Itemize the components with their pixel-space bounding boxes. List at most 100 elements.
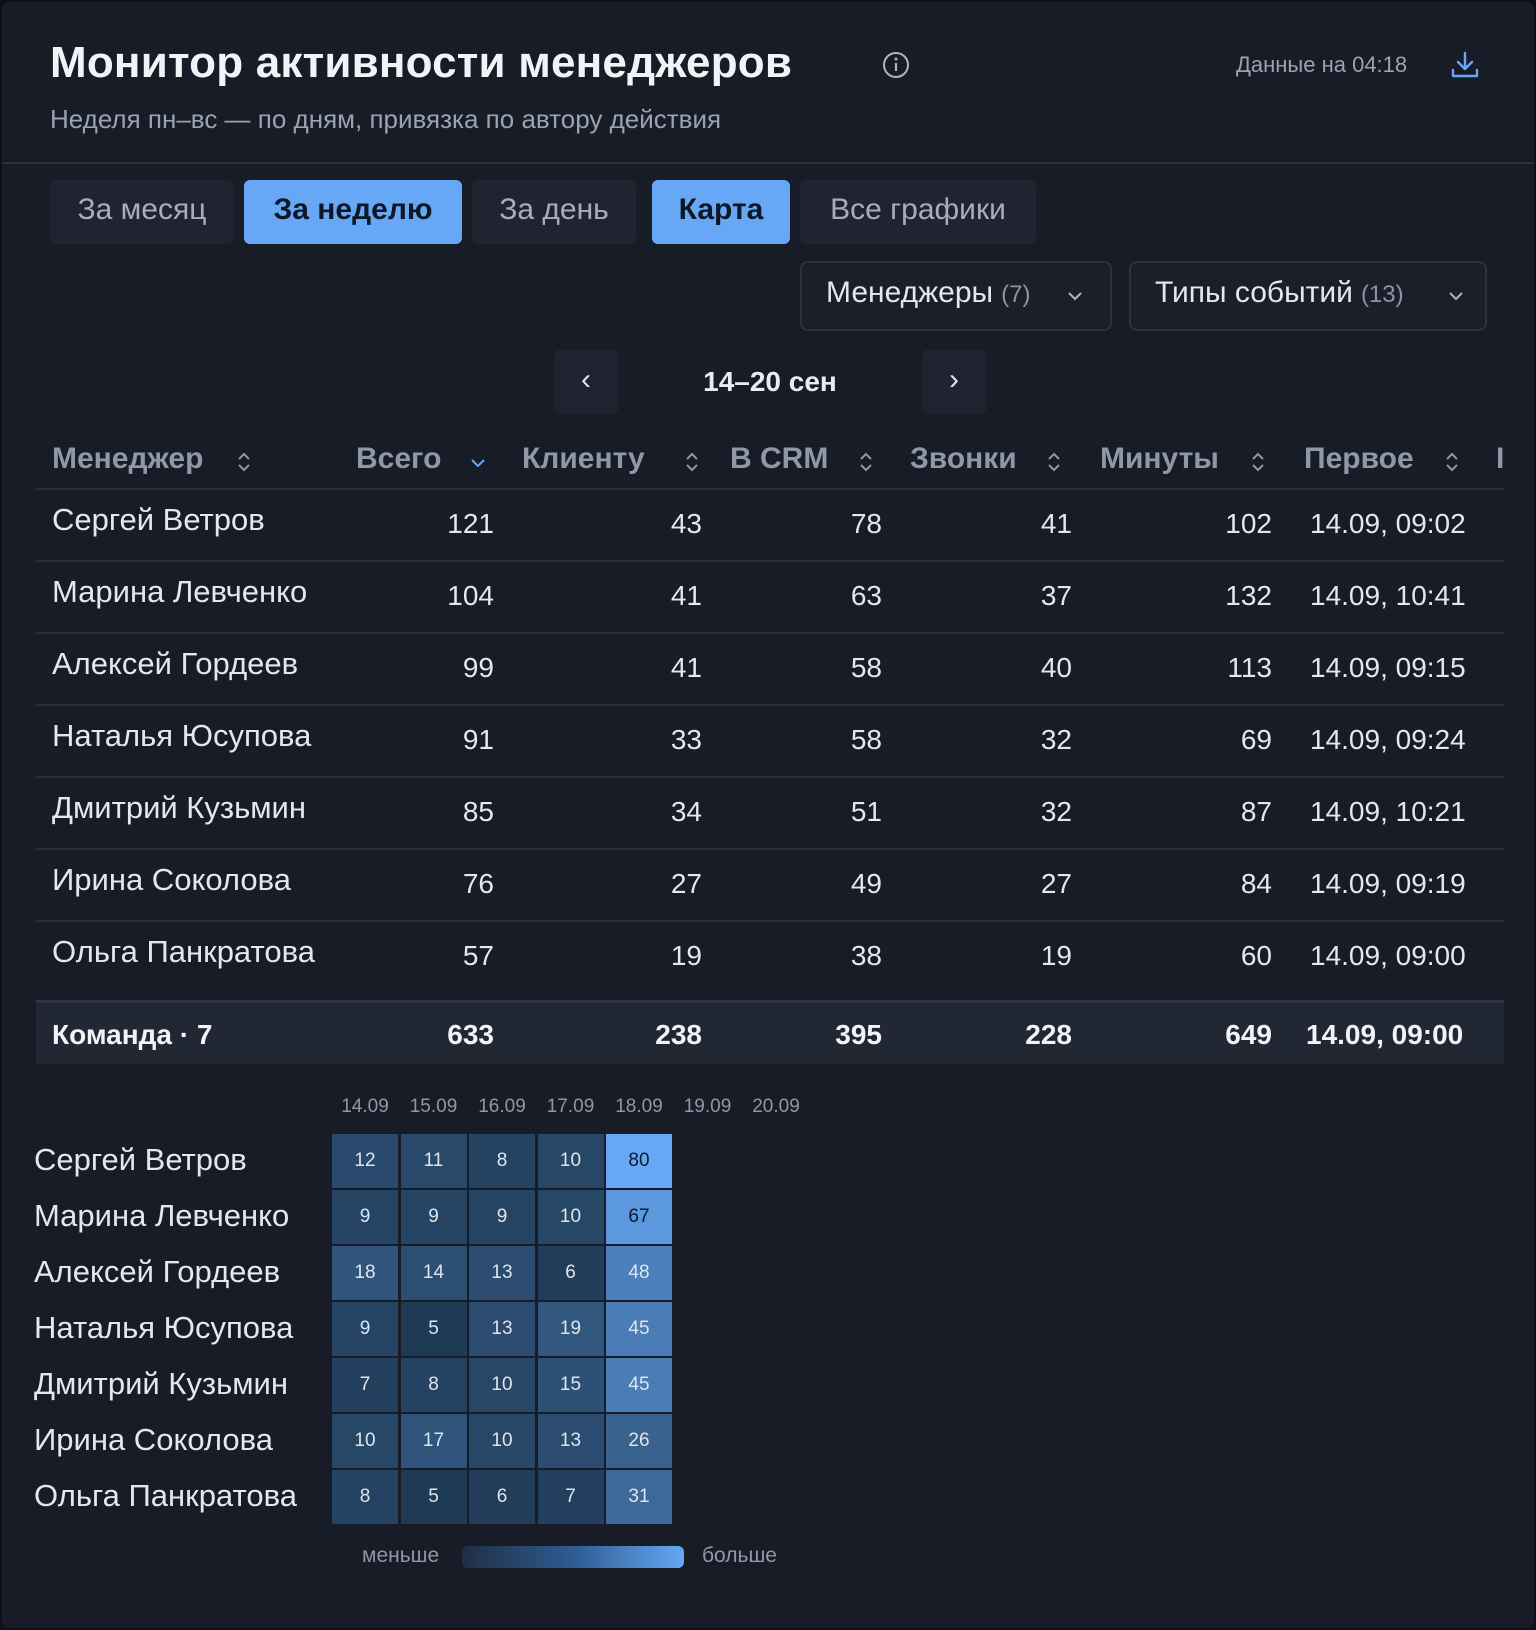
sort-icon bbox=[1446, 452, 1458, 472]
heatmap-cell-empty[interactable] bbox=[743, 1134, 809, 1188]
heatmap-cell-empty[interactable] bbox=[743, 1302, 809, 1356]
tab-map[interactable]: Карта bbox=[652, 180, 790, 244]
heatmap-cell[interactable]: 19 bbox=[537, 1302, 604, 1356]
heatmap-row-label: Дмитрий Кузьмин bbox=[34, 1366, 288, 1401]
heatmap-cell-empty[interactable] bbox=[674, 1134, 741, 1188]
heatmap-cell[interactable]: 10 bbox=[332, 1414, 398, 1468]
download-icon[interactable] bbox=[1448, 48, 1482, 82]
cell-manager: Алексей Гордеев bbox=[52, 646, 299, 681]
cell-crm: 49 bbox=[850, 868, 882, 899]
heatmap-cell[interactable]: 6 bbox=[537, 1246, 604, 1300]
cell-first: 14.09, 10:41 bbox=[1310, 580, 1466, 611]
heatmap-cell[interactable]: 8 bbox=[469, 1134, 535, 1188]
sort-icon bbox=[686, 452, 698, 472]
heatmap-cell[interactable]: 9 bbox=[332, 1190, 398, 1244]
legend-low-label: меньше bbox=[362, 1544, 440, 1567]
heatmap-cell[interactable]: 31 bbox=[606, 1470, 672, 1524]
heatmap-cell-empty[interactable] bbox=[674, 1470, 741, 1524]
heatmap-cell[interactable]: 5 bbox=[400, 1302, 467, 1356]
heatmap-cell[interactable]: 7 bbox=[537, 1470, 604, 1524]
heatmap-cell[interactable]: 10 bbox=[537, 1190, 604, 1244]
cell-total: 85 bbox=[462, 796, 494, 827]
cell-client: 27 bbox=[670, 868, 702, 899]
cell-manager: Дмитрий Кузьмин bbox=[52, 790, 306, 825]
heatmap-cell[interactable]: 12 bbox=[332, 1134, 398, 1188]
heatmap-cell[interactable]: 14 bbox=[400, 1246, 467, 1300]
cell-total: 121 bbox=[447, 508, 494, 539]
heatmap-cell-empty[interactable] bbox=[743, 1190, 809, 1244]
heatmap-cell-empty[interactable] bbox=[674, 1302, 741, 1356]
chevron-down-icon bbox=[1068, 292, 1082, 301]
col-header-first[interactable]: Первое bbox=[1304, 442, 1458, 476]
heatmap-cell[interactable]: 45 bbox=[606, 1302, 672, 1356]
cell-minutes: 102 bbox=[1225, 508, 1272, 539]
heatmap-cell[interactable]: 5 bbox=[400, 1470, 467, 1524]
heatmap-cell[interactable]: 10 bbox=[537, 1134, 604, 1188]
heatmap-cell[interactable]: 9 bbox=[469, 1190, 535, 1244]
col-header-truncated[interactable]: I bbox=[1496, 442, 1504, 476]
cell-calls: 40 bbox=[1040, 652, 1072, 683]
heatmap-cell[interactable]: 7 bbox=[332, 1358, 398, 1412]
tab-month[interactable]: За месяц bbox=[50, 180, 234, 244]
heatmap-cell[interactable]: 6 bbox=[469, 1470, 535, 1524]
heatmap-cell-empty[interactable] bbox=[674, 1246, 741, 1300]
heatmap-cell[interactable]: 8 bbox=[400, 1358, 467, 1412]
cell-minutes: 87 bbox=[1240, 796, 1272, 827]
heatmap-row-label: Алексей Гордеев bbox=[34, 1254, 281, 1289]
heatmap-cell[interactable]: 15 bbox=[537, 1358, 604, 1412]
heatmap-cell[interactable]: 13 bbox=[469, 1246, 535, 1300]
heatmap-cell[interactable]: 67 bbox=[606, 1190, 672, 1244]
heatmap-cell-empty[interactable] bbox=[674, 1358, 741, 1412]
heatmap-cell-empty[interactable] bbox=[743, 1358, 809, 1412]
heatmap-cell[interactable]: 9 bbox=[332, 1302, 398, 1356]
cell-first: 14.09, 09:02 bbox=[1310, 508, 1466, 539]
tab-week[interactable]: За неделю bbox=[244, 180, 462, 244]
cell-total: 104 bbox=[447, 580, 494, 611]
heatmap-cell[interactable]: 26 bbox=[606, 1414, 672, 1468]
event-types-filter[interactable]: Типы событий (13) bbox=[1129, 261, 1487, 331]
heatmap-date-label: 14.09 bbox=[341, 1096, 389, 1117]
heatmap-cell[interactable]: 11 bbox=[400, 1134, 467, 1188]
cell-first: 14.09, 09:00 bbox=[1310, 940, 1466, 971]
heatmap-cell[interactable]: 18 bbox=[332, 1246, 398, 1300]
heatmap-cell[interactable]: 80 bbox=[606, 1134, 672, 1188]
heatmap-cell[interactable]: 10 bbox=[469, 1358, 535, 1412]
heatmap-cell-empty[interactable] bbox=[743, 1246, 809, 1300]
col-header-calls[interactable]: Звонки bbox=[910, 442, 1060, 476]
cell-minutes: 84 bbox=[1240, 868, 1272, 899]
col-header-minutes[interactable]: Минуты bbox=[1100, 442, 1264, 476]
col-header-client[interactable]: Клиенту bbox=[522, 442, 698, 476]
row-divider bbox=[36, 488, 1504, 490]
chevron-down-icon bbox=[1449, 292, 1463, 301]
heatmap-cell-empty[interactable] bbox=[674, 1190, 741, 1244]
total-calls: 228 bbox=[1025, 1019, 1072, 1050]
week-range-label: 14–20 сен bbox=[703, 366, 837, 397]
managers-filter[interactable]: Менеджеры (7) bbox=[800, 261, 1112, 331]
heatmap-cell-empty[interactable] bbox=[743, 1414, 809, 1468]
col-header-manager[interactable]: Менеджер bbox=[52, 442, 250, 476]
cell-first: 14.09, 09:19 bbox=[1310, 868, 1466, 899]
heatmap-cell[interactable]: 48 bbox=[606, 1246, 672, 1300]
activity-heatmap: меньше больше 14.09 15.09 16.09 17.09 18.09 1… bbox=[2, 1088, 1534, 1588]
sort-icon bbox=[1048, 452, 1060, 472]
col-header-total[interactable]: Всего bbox=[356, 442, 485, 476]
tab-all-charts[interactable]: Все графики bbox=[800, 180, 1036, 244]
heatmap-cell[interactable]: 9 bbox=[400, 1190, 467, 1244]
cell-first: 14.09, 10:21 bbox=[1310, 796, 1466, 827]
heatmap-cell[interactable]: 17 bbox=[400, 1414, 467, 1468]
heatmap-cell[interactable]: 10 bbox=[469, 1414, 535, 1468]
cell-first: 14.09, 09:24 bbox=[1310, 724, 1466, 755]
heatmap-cell[interactable]: 8 bbox=[332, 1470, 398, 1524]
heatmap-cell-empty[interactable] bbox=[674, 1414, 741, 1468]
cell-total: 57 bbox=[462, 940, 494, 971]
heatmap-cell[interactable]: 13 bbox=[469, 1302, 535, 1356]
heatmap-cell[interactable]: 13 bbox=[537, 1414, 604, 1468]
legend-high-label: больше bbox=[702, 1544, 777, 1567]
heatmap-cell-empty[interactable] bbox=[743, 1470, 809, 1524]
col-header-crm[interactable]: В CRM bbox=[730, 442, 872, 476]
info-icon[interactable] bbox=[882, 51, 910, 79]
total-all: 633 bbox=[447, 1019, 494, 1050]
tab-day[interactable]: За день bbox=[472, 180, 636, 244]
next-week-button[interactable]: › bbox=[922, 350, 986, 414]
heatmap-cell[interactable]: 45 bbox=[606, 1358, 672, 1412]
